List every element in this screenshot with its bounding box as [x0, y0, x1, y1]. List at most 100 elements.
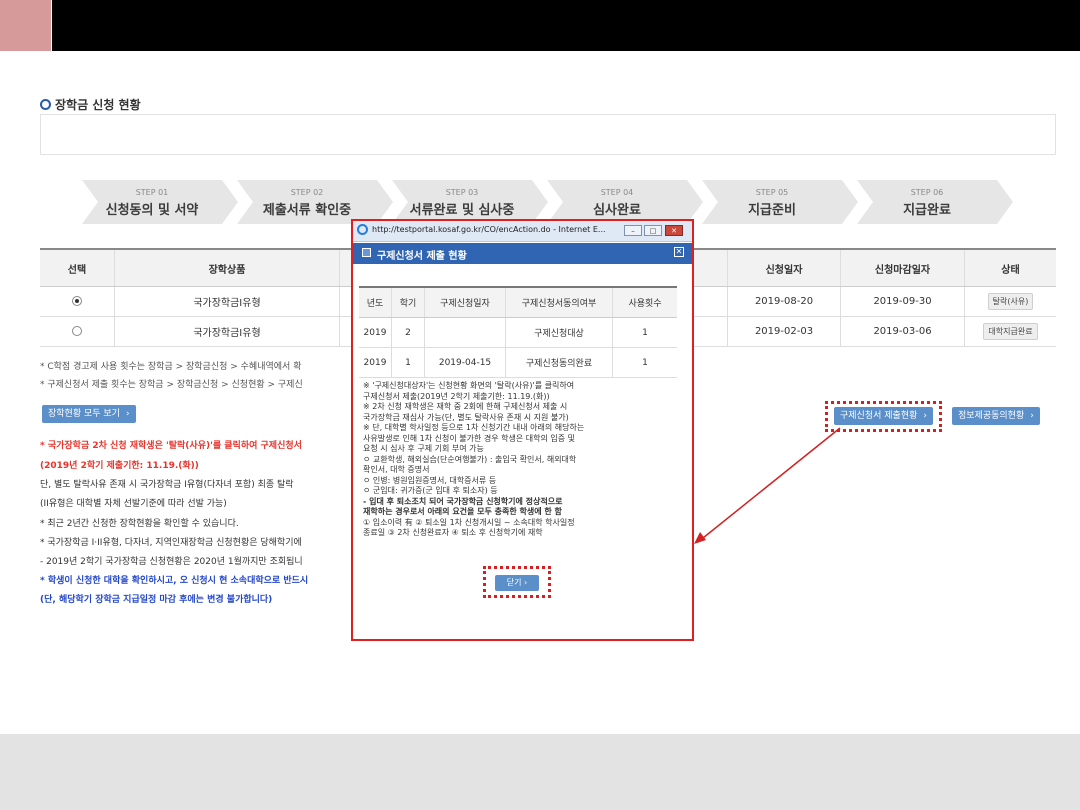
notice-line: (단, 해당학기 장학금 지급일정 마감 후에는 변경 불가합니다): [40, 595, 273, 605]
popup-header-icon: [362, 248, 371, 257]
deadline-cell: 2019-03-06: [840, 316, 965, 347]
consent-cell: 구제신청동의완료: [505, 347, 613, 378]
circle-bullet-icon: [40, 99, 51, 110]
relief-table: 년도 학기 구제신청일자 구제신청서동의여부 사용횟수 2019 2 구제신청대…: [359, 286, 677, 378]
row-radio[interactable]: [72, 296, 82, 306]
notice-line: (2019년 2학기 제출기한: 11.19.(화)): [40, 461, 199, 471]
notice-line: * 최근 2년간 신청한 장학현황을 확인할 수 있습니다.: [40, 519, 239, 529]
popup-title: 구제신청서 제출 현황: [377, 251, 467, 262]
step-5: STEP 05 지급준비: [702, 180, 862, 224]
popup-note-line: 국가장학금 재심사 가능(단, 별도 탈락사유 존재 시 지원 불가): [363, 412, 569, 422]
step-number: STEP 04: [600, 188, 634, 197]
popup-note-line: ※ '구제신청대상자'는 신청현황 화면의 '탈락(사유)'를 클릭하여: [363, 381, 575, 390]
step-number: STEP 05: [755, 188, 789, 197]
notice-line: * 국가장학금 I·II유형, 다자녀, 지역인재장학금 신청현황은 당해학기에: [40, 538, 302, 548]
status-badge[interactable]: 탈락(사유): [987, 293, 1034, 310]
col-consent: 구제신청서동의여부: [505, 286, 613, 318]
step-number: STEP 01: [135, 188, 169, 197]
note-line: * C학점 경고제 사용 횟수는 장학금 > 장학금신청 > 수혜내역에서 확: [40, 362, 302, 372]
term-cell: 2: [391, 317, 425, 348]
highlight-close-button: [483, 566, 551, 598]
count-cell: 1: [612, 347, 677, 378]
step-name: 지급완료: [903, 203, 951, 218]
minimize-icon[interactable]: –: [624, 225, 642, 236]
notice-line: * 학생이 신청한 대학을 확인하시고, 오 신청시 현 소속대학으로 반드시: [40, 576, 309, 586]
window-url: http://testportal.kosaf.go.kr/CO/encActi…: [372, 225, 606, 234]
footer-band: [0, 734, 1080, 810]
info-consent-label: 정보제공동의현황: [958, 411, 1025, 421]
apply-date-cell: 2019-08-20: [727, 286, 841, 317]
step-name: 심사완료: [593, 203, 641, 218]
step-2: STEP 02 제출서류 확인중: [237, 180, 397, 224]
year-cell: 2019: [359, 347, 392, 378]
table-row: 2019 1 2019-04-15 구제신청동의완료 1: [359, 347, 677, 378]
maximize-icon[interactable]: □: [644, 225, 662, 236]
ie-logo-icon: [357, 224, 368, 235]
col-select: 선택: [40, 248, 115, 287]
step-number: STEP 03: [445, 188, 479, 197]
popup-note-line: - 입대 후 퇴소조치 되어 국가장학금 신청학기에 정상적으로: [363, 496, 563, 506]
popup-note-line: 재학하는 경우로서 아래의 요건을 모두 충족한 학생에 한 함: [363, 507, 562, 516]
notice-line: 단, 별도 탈락사유 존재 시 국가장학금 I유형(다자녀 포함) 최종 탈락: [40, 480, 294, 490]
note-line: * 구제신청서 제출 횟수는 장학금 > 장학금신청 > 신청현황 > 구제신: [40, 380, 303, 390]
term-cell: 1: [391, 347, 425, 378]
table-row: 2019 2 구제신청대상 1: [359, 317, 677, 348]
top-bar: [0, 0, 1080, 51]
popup-header: 구제신청서 제출 현황 ✕: [353, 243, 692, 264]
popup-note-line: ※ 2차 신청 재학생은 재학 중 2회에 한해 구제신청서 제출 시: [363, 402, 568, 411]
step-name: 서류완료 및 심사중: [409, 203, 515, 218]
info-box: [40, 114, 1056, 155]
step-1: STEP 01 신청동의 및 서약: [82, 180, 242, 224]
step-4: STEP 04 심사완료: [547, 180, 707, 224]
step-name: 지급준비: [748, 203, 796, 218]
close-icon[interactable]: ✕: [674, 247, 684, 257]
popup-note-line: 요청 시 심사 후 구제 기회 부여 가능: [363, 444, 484, 453]
step-6: STEP 06 지급완료: [857, 180, 1017, 224]
year-cell: 2019: [359, 317, 392, 348]
col-term: 학기: [391, 286, 425, 318]
apply-date-cell: 2019-02-03: [727, 316, 841, 347]
arrow-connector: [694, 427, 841, 544]
col-apply-date: 신청일자: [727, 248, 841, 287]
deadline-cell: 2019-09-30: [840, 286, 965, 317]
col-relief-date: 구제신청일자: [424, 286, 506, 318]
col-product: 장학상품: [114, 248, 340, 287]
row-radio[interactable]: [72, 326, 82, 336]
status-badge[interactable]: 대학지급완료: [983, 323, 1038, 340]
date-cell: 2019-04-15: [424, 347, 506, 378]
step-number: STEP 02: [290, 188, 324, 197]
popup-notes: ※ '구제신청대상자'는 신청현황 화면의 '탈락(사유)'를 클릭하여 구제신…: [363, 381, 683, 539]
view-all-button[interactable]: 장학현황 모두 보기 ›: [42, 405, 136, 423]
product-cell: 국가장학금I유형: [114, 316, 340, 347]
popup-note-line: ① 입소이력 有 ② 퇴소일 1차 신청개시일 ~ 소속대학 학사일정: [363, 517, 575, 527]
step-3: STEP 03 서류완료 및 심사중: [392, 180, 552, 224]
consent-cell: 구제신청대상: [505, 317, 613, 348]
step-number: STEP 06: [910, 188, 944, 197]
notice-line: * 국가장학금 2차 신청 재학생은 '탈락(사유)'를 클릭하여 구제신청서: [40, 441, 302, 451]
col-deadline: 신청마감일자: [840, 248, 965, 287]
popup-note-line: 사유발생로 인해 1차 신청이 불가한 경우 학생은 대학의 입증 및: [363, 433, 575, 443]
step-name: 제출서류 확인중: [262, 203, 352, 218]
product-cell: 국가장학금I유형: [114, 286, 340, 317]
notes: * C학점 경고제 사용 횟수는 장학금 > 장학금신청 > 수혜내역에서 확 …: [40, 358, 303, 394]
notice-line: - 2019년 2학기 국가장학금 신청현황은 2020년 1월까지만 조회됩니: [40, 557, 303, 567]
step-progress: STEP 01 신청동의 및 서약 STEP 02 제출서류 확인중 STEP …: [82, 180, 1013, 224]
col-count: 사용횟수: [612, 286, 677, 318]
popup-note-line: ㅇ 교환학생, 해외실습(단순여행불가) : 출입국 확인서, 해외대학: [363, 454, 577, 464]
browser-titlebar: http://testportal.kosaf.go.kr/CO/encActi…: [353, 221, 692, 242]
view-all-label: 장학현황 모두 보기: [48, 409, 120, 419]
count-cell: 1: [612, 317, 677, 348]
popup-note-line: 종료일 ③ 2차 신청완료자 ④ 퇴소 후 신청학기에 재학: [363, 528, 543, 537]
chevron-right-icon: ›: [1030, 411, 1034, 421]
col-status: 상태: [964, 248, 1056, 287]
info-consent-button[interactable]: 정보제공동의현황 ›: [952, 407, 1040, 425]
popup-note-line: 구제신청서 제출(2019년 2학기 제출기한: 11.19.(화)): [363, 391, 550, 401]
section-title-text: 장학금 신청 현황: [55, 98, 141, 112]
col-year: 년도: [359, 286, 392, 318]
chevron-right-icon: ›: [125, 409, 130, 419]
section-title: 장학금 신청 현황: [40, 96, 141, 113]
step-name: 신청동의 및 서약: [105, 203, 199, 218]
popup-note-line: 확인서, 대학 증명서: [363, 465, 430, 474]
window-close-icon[interactable]: ✕: [665, 225, 683, 236]
notice-line: (II유형은 대학별 자체 선발기준에 따라 선발 가능): [40, 499, 227, 509]
